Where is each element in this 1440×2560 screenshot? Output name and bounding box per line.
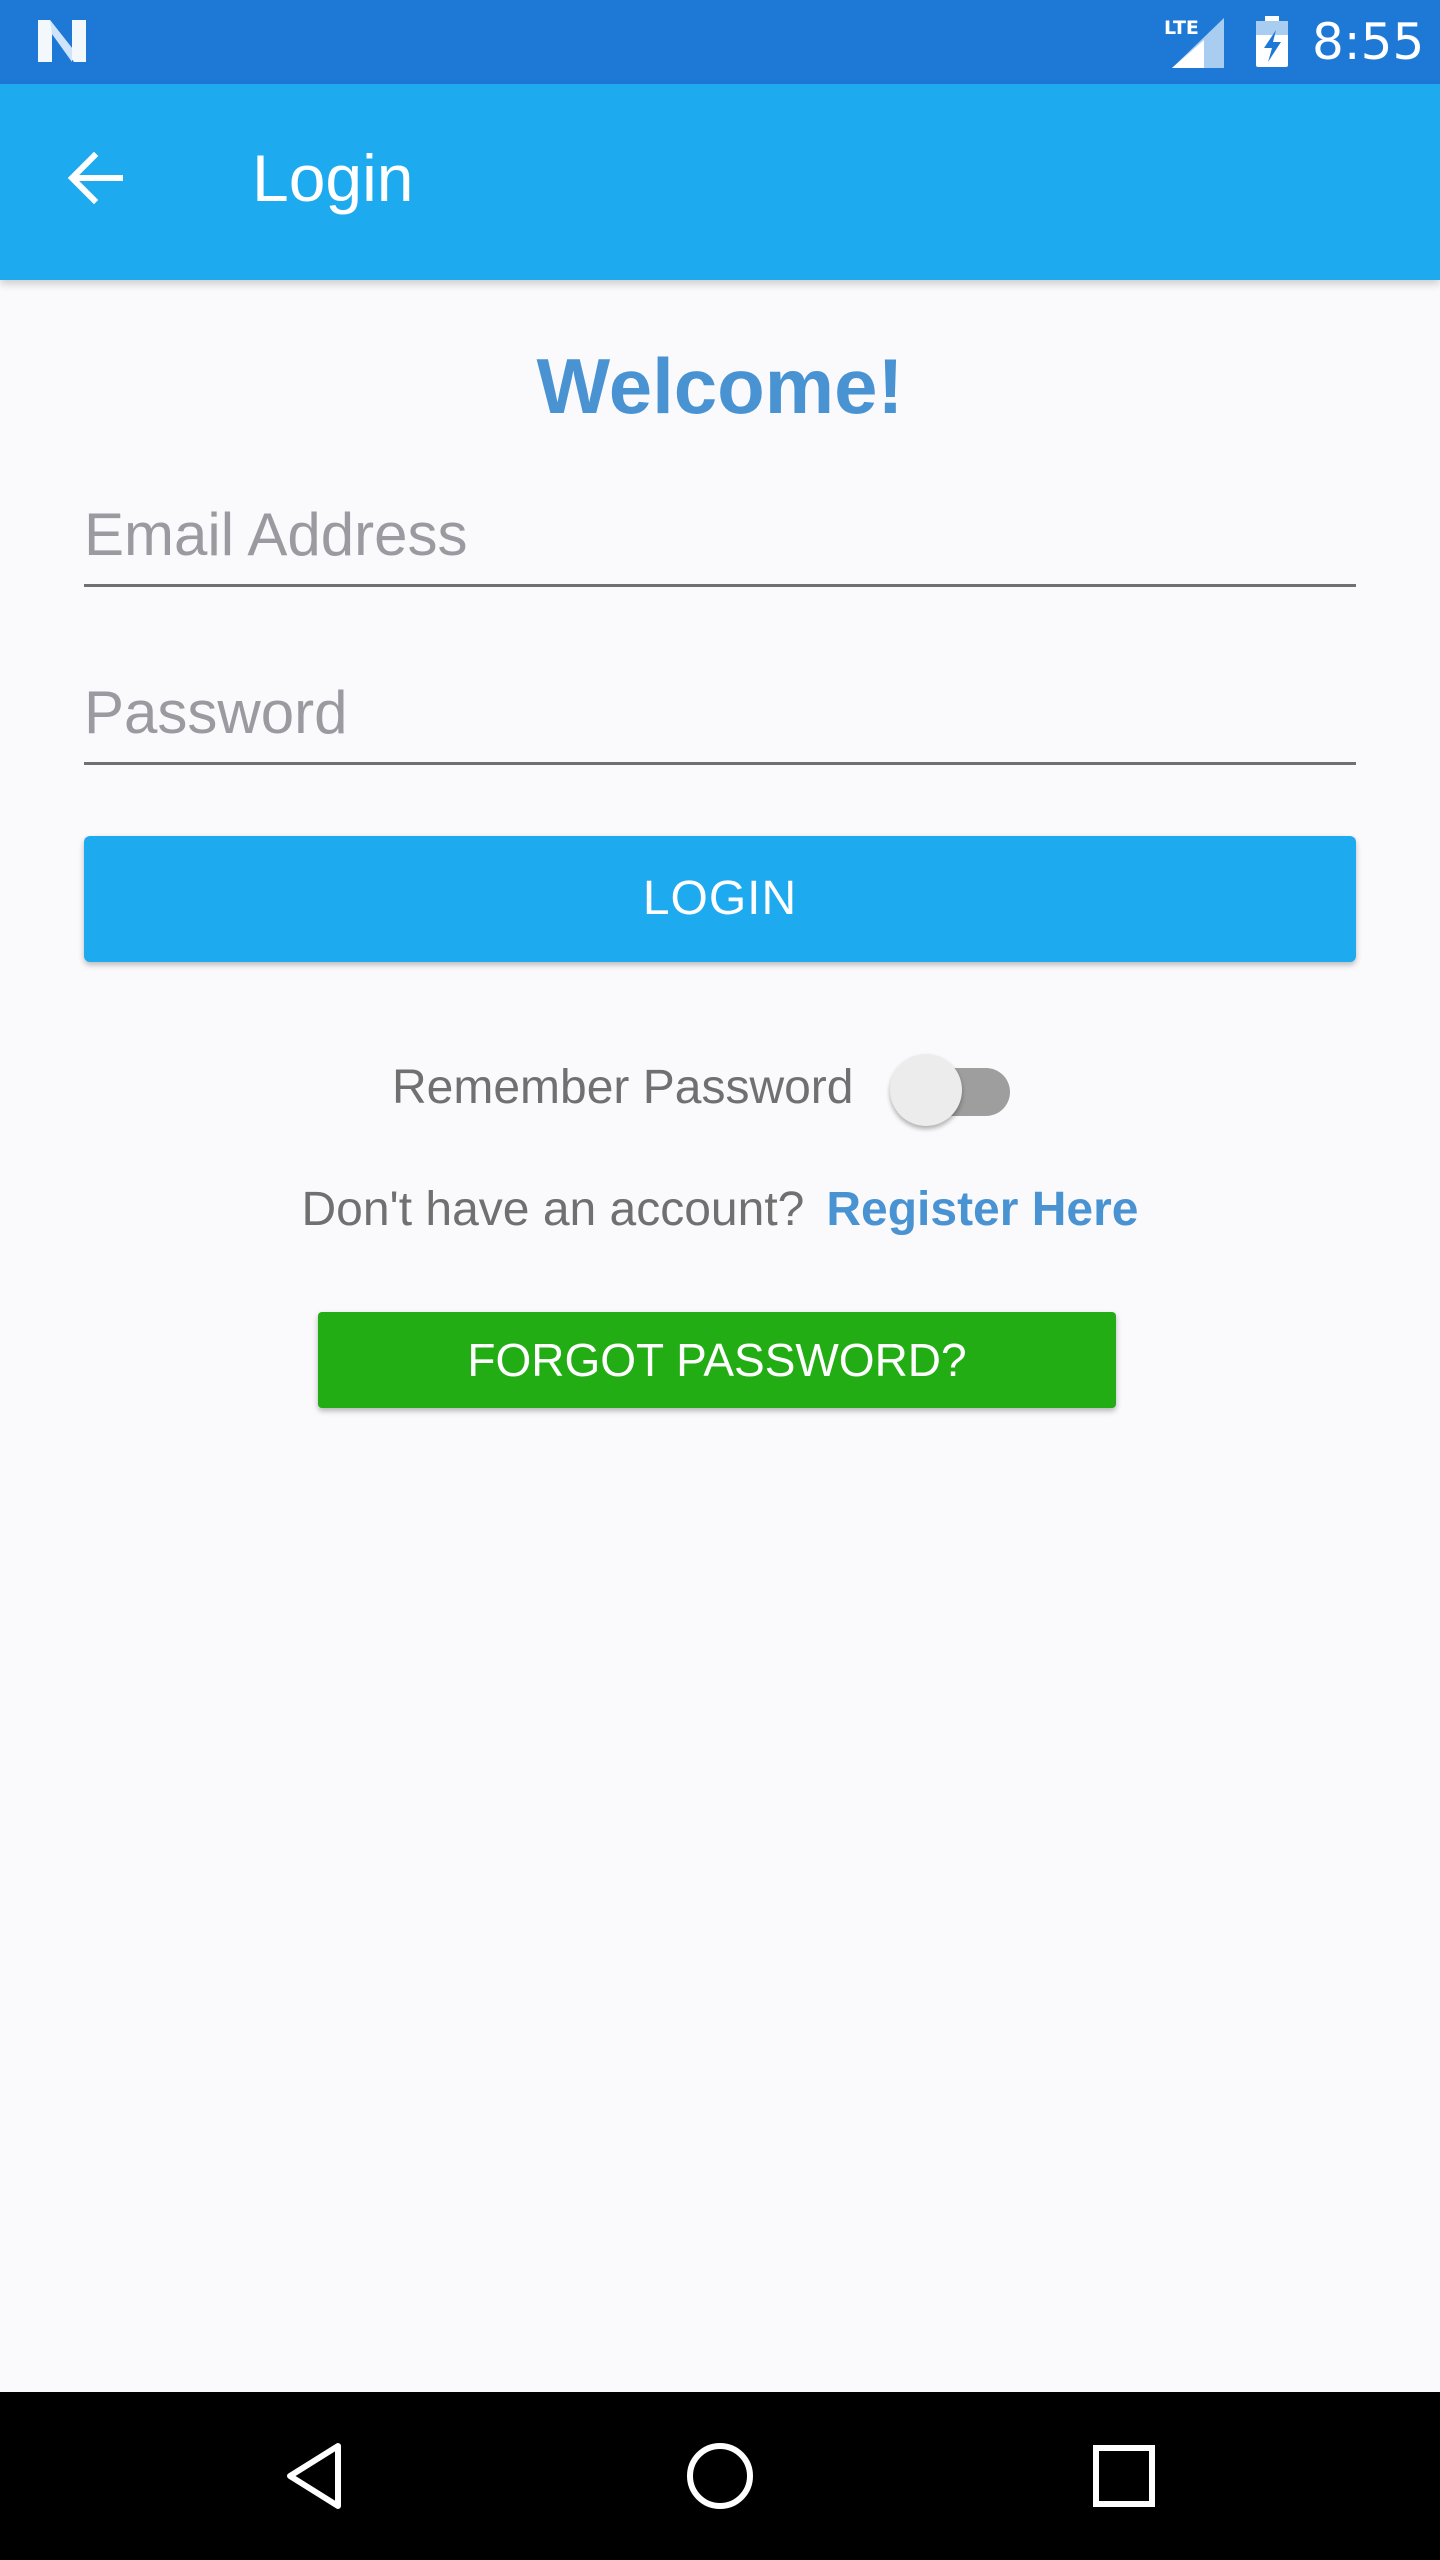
nav-recents-button[interactable] xyxy=(1074,2426,1174,2526)
app-bar: Login xyxy=(0,84,1440,280)
email-field[interactable] xyxy=(84,484,1356,587)
welcome-heading: Welcome! xyxy=(536,342,904,430)
nav-home-icon xyxy=(687,2443,753,2509)
nav-recents-icon xyxy=(1093,2445,1155,2507)
register-row: Don't have an account? Register Here xyxy=(0,1174,1440,1246)
password-field[interactable] xyxy=(84,662,1356,765)
lte-signal-icon: LTE xyxy=(1164,17,1224,68)
remember-password-toggle[interactable] xyxy=(890,1050,1014,1126)
svg-text:LTE: LTE xyxy=(1164,17,1199,39)
register-prompt: Don't have an account? xyxy=(301,1183,805,1236)
battery-charging-icon xyxy=(1256,16,1288,67)
arrow-back-icon xyxy=(67,151,123,205)
register-link[interactable]: Register Here xyxy=(826,1183,1138,1236)
nav-back-button[interactable] xyxy=(266,2426,366,2526)
notification-n-icon xyxy=(38,20,86,62)
remember-password-label: Remember Password xyxy=(392,1061,854,1114)
status-time: 8:55 xyxy=(1312,13,1425,71)
navigation-bar xyxy=(0,2392,1440,2560)
nav-back-icon xyxy=(287,2443,341,2509)
forgot-password-button[interactable]: FORGOT PASSWORD? xyxy=(318,1312,1116,1408)
back-button[interactable] xyxy=(40,122,152,234)
login-button[interactable]: LOGIN xyxy=(84,836,1356,962)
toggle-thumb xyxy=(890,1054,962,1126)
status-bar: LTE 8:55 xyxy=(0,0,1440,84)
page-title: Login xyxy=(252,141,414,215)
nav-home-button[interactable] xyxy=(670,2426,770,2526)
